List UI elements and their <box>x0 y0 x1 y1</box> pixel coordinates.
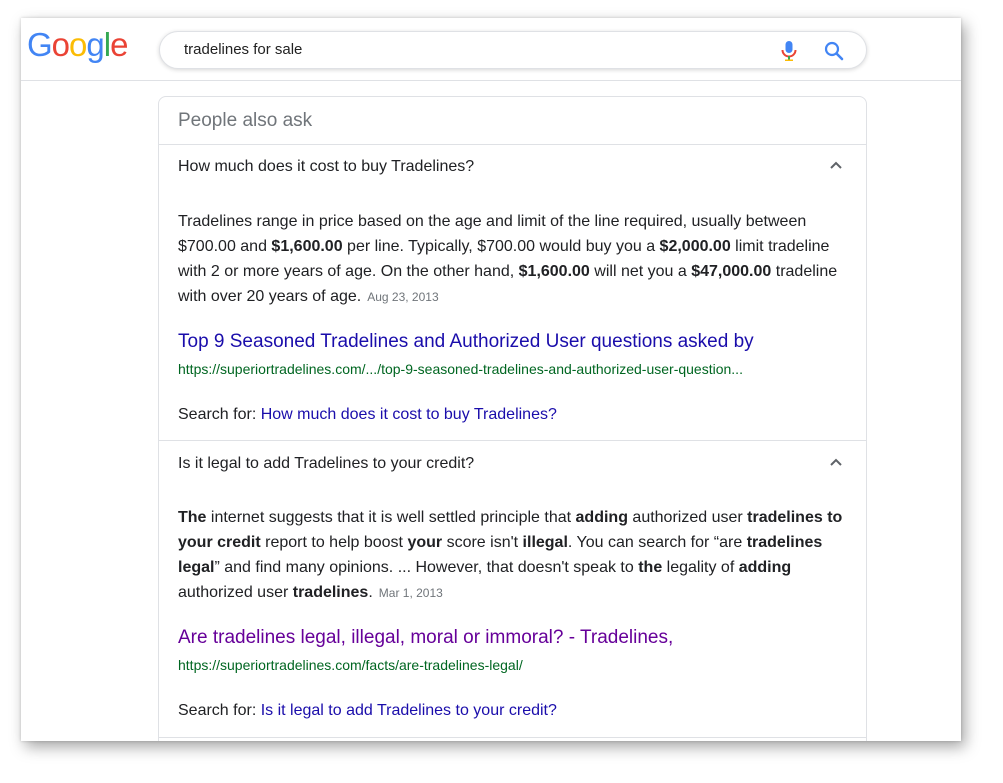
answer-segment: . <box>368 584 373 601</box>
answer-bold-segment: $1,600.00 <box>271 238 343 255</box>
answer-date: Mar 1, 2013 <box>378 586 443 600</box>
question-legal-tradelines[interactable]: Is it legal to add Tradelines to your cr… <box>178 455 474 473</box>
divider <box>159 737 866 738</box>
answer-bold-segment: $1,600.00 <box>518 263 590 280</box>
answer-bold-segment: $2,000.00 <box>659 238 731 255</box>
browser-frame: Google People also ask Ho <box>21 18 961 741</box>
answer-bold-segment: The <box>178 509 207 526</box>
result-url: https://superiortradelines.com/facts/are… <box>178 657 523 673</box>
answer-segment: per line. Typically, $700.00 would buy y… <box>342 238 660 255</box>
search-icon[interactable] <box>823 40 845 62</box>
search-for-line: Search for: Is it legal to add Tradeline… <box>178 702 557 720</box>
answer-segment: report to help boost <box>260 534 408 551</box>
answer-date: Aug 23, 2013 <box>367 290 439 304</box>
answer-text: Tradelines range in price based on the a… <box>178 209 848 310</box>
logo-letter: G <box>27 26 53 63</box>
people-also-ask-box: People also ask How much does it cost to… <box>158 96 867 741</box>
divider <box>159 440 866 441</box>
answer-bold-segment: $47,000.00 <box>691 263 772 280</box>
search-for-label: Search for: <box>178 406 257 423</box>
answer-bold-segment: the <box>638 559 663 576</box>
answer-bold-segment: your <box>407 534 443 551</box>
answer-segment: internet suggests that it is well settle… <box>206 509 576 526</box>
result-link-title[interactable]: Are tradelines legal, illegal, moral or … <box>178 627 673 649</box>
search-input[interactable] <box>182 40 746 59</box>
answer-segment: authorized user <box>627 509 748 526</box>
answer-bold-segment: illegal <box>522 534 568 551</box>
answer-text: The internet suggests that it is well se… <box>178 505 848 606</box>
google-logo[interactable]: Google <box>27 26 128 63</box>
microphone-icon[interactable] <box>779 40 799 62</box>
search-header: Google <box>21 18 961 81</box>
answer-bold-segment: tradelines <box>292 584 369 601</box>
people-also-ask-title: People also ask <box>178 110 313 131</box>
logo-letter: g <box>86 26 104 63</box>
answer-segment: legality of <box>662 559 739 576</box>
result-link-title[interactable]: Top 9 Seasoned Tradelines and Authorized… <box>178 331 754 353</box>
search-for-query-link[interactable]: How much does it cost to buy Tradelines? <box>261 406 557 423</box>
search-box[interactable] <box>159 31 867 69</box>
divider <box>159 144 866 145</box>
logo-letter: o <box>69 26 87 63</box>
answer-segment: will net you a <box>589 263 692 280</box>
result-url: https://superiortradelines.com/.../top-9… <box>178 361 743 377</box>
answer-segment: . You can search for “are <box>567 534 747 551</box>
chevron-up-icon[interactable] <box>828 157 844 173</box>
search-for-label: Search for: <box>178 702 257 719</box>
answer-bold-segment: adding <box>575 509 628 526</box>
search-for-query-link[interactable]: Is it legal to add Tradelines to your cr… <box>261 702 557 719</box>
logo-letter: e <box>110 26 128 63</box>
chevron-up-icon[interactable] <box>828 454 844 470</box>
search-for-line: Search for: How much does it cost to buy… <box>178 406 557 424</box>
question-cost-tradelines[interactable]: How much does it cost to buy Tradelines? <box>178 158 474 176</box>
answer-segment: ” and find many opinions. ... However, t… <box>214 559 639 576</box>
answer-segment: score isn't <box>442 534 523 551</box>
logo-letter: o <box>51 26 70 63</box>
answer-segment: authorized user <box>178 584 293 601</box>
answer-bold-segment: adding <box>738 559 792 576</box>
